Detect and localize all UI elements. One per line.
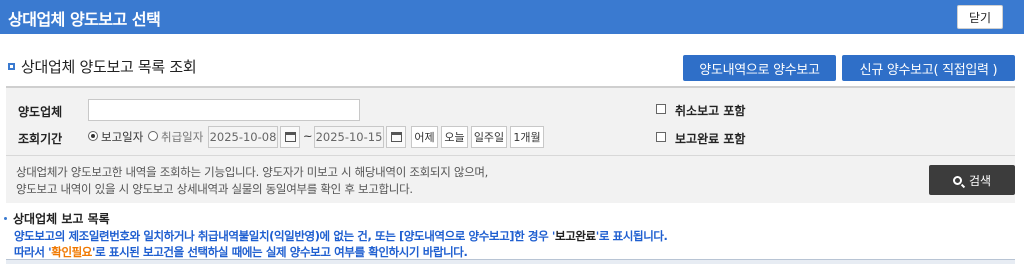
include-cancel-label: 취소보고 포함 — [675, 104, 746, 118]
company-input[interactable] — [88, 99, 360, 121]
calendar-icon — [390, 132, 402, 142]
quick-yesterday-button[interactable]: 어제 — [411, 126, 438, 148]
include-complete-label: 보고완료 포함 — [675, 132, 746, 146]
section-title: 상대업체 양도보고 목록 조회 — [21, 58, 197, 76]
report-table-header — [6, 259, 1015, 264]
notice-1-part-c: '로 표시됩니다. — [595, 229, 668, 243]
period-label: 조회기간 — [18, 132, 63, 146]
include-cancel-checkbox[interactable] — [656, 104, 666, 114]
quick-week-button[interactable]: 일주일 — [471, 126, 507, 148]
date-from-calendar-button[interactable] — [280, 126, 300, 148]
description-line-1: 상대업체가 양도보고한 내역을 조회하는 기능입니다. 양도자가 미보고 시 해… — [16, 165, 489, 179]
include-complete-checkbox[interactable] — [656, 132, 666, 142]
notice-1-highlight: 보고완료 — [555, 229, 596, 243]
notice-line-1: 양도보고의 제조일련번호와 일치하거나 취급내역불일치(익일반영)에 없는 건,… — [14, 228, 668, 244]
search-button[interactable]: 검색 — [929, 165, 1015, 195]
window-title: 상대업체 양도보고 선택 — [8, 10, 161, 29]
notice-2-part-a: 따라서 ' — [14, 245, 52, 259]
date-from-input[interactable]: 2025-10-08 — [208, 126, 278, 148]
handle-date-radio[interactable] — [148, 131, 158, 141]
search-icon — [952, 175, 962, 185]
list-header: 상대업체 보고 목록 — [4, 210, 110, 227]
window-titlebar: 상대업체 양도보고 선택 닫기 — [0, 0, 1024, 34]
date-to-calendar-button[interactable] — [386, 126, 406, 148]
notice-1-part-a: 양도보고의 제조일련번호와 일치하거나 취급내역불일치(익일반영)에 없는 건,… — [14, 229, 556, 243]
quick-today-button[interactable]: 오늘 — [441, 126, 468, 148]
section-header: 상대업체 양도보고 목록 조회 — [8, 56, 197, 77]
close-button[interactable]: 닫기 — [957, 5, 1003, 29]
notice-2-part-c: '로 표시된 보고건을 선택하실 때에는 실제 양수보고 여부를 확인하시기 바… — [92, 245, 468, 259]
handle-date-radio-label: 취급일자 — [161, 130, 204, 144]
panel-divider — [6, 155, 1015, 156]
search-button-label: 검색 — [968, 173, 992, 188]
search-panel: 양도업체 조회기간 보고일자 취급일자 2025-10-08 ~ 2025-10… — [6, 86, 1015, 203]
description-line-2: 양도보고 내역이 있을 시 양도보고 상세내역과 실물의 동일여부를 확인 후 … — [16, 182, 413, 196]
date-to-input[interactable]: 2025-10-15 — [314, 126, 384, 148]
calendar-icon — [284, 132, 296, 142]
new-report-button[interactable]: 신규 양수보고( 직접입력 ) — [842, 55, 1015, 81]
report-date-radio-label: 보고일자 — [101, 130, 144, 144]
square-bullet-icon — [8, 63, 15, 70]
date-separator: ~ — [303, 129, 313, 143]
list-title: 상대업체 보고 목록 — [13, 212, 110, 226]
yangdo-report-button[interactable]: 양도내역으로 양수보고 — [683, 55, 836, 81]
report-date-radio[interactable] — [88, 131, 98, 141]
company-label: 양도업체 — [18, 105, 63, 119]
quick-month-button[interactable]: 1개월 — [510, 126, 544, 148]
dot-bullet-icon — [4, 217, 7, 220]
notice-2-highlight: 확인필요 — [51, 245, 92, 259]
notice-line-2: 따라서 '확인필요'로 표시된 보고건을 선택하실 때에는 실제 양수보고 여부… — [14, 244, 468, 260]
